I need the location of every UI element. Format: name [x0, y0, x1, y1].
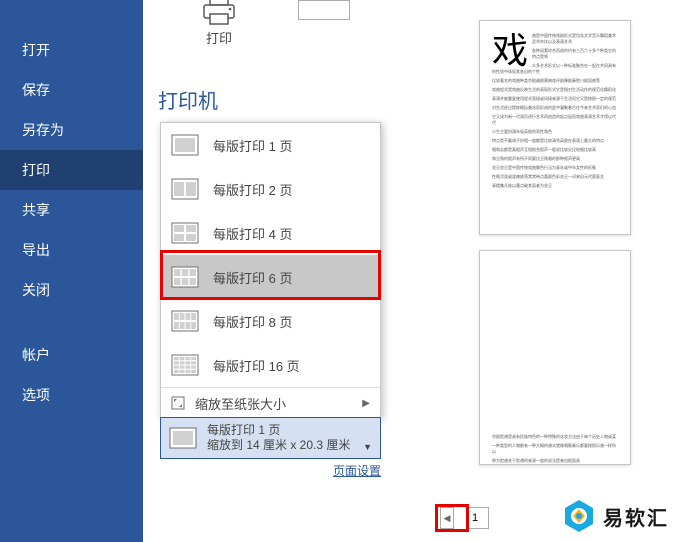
grid-1-icon — [171, 134, 199, 156]
pages-per-sheet-dropdown: 每版打印 1 页 每版打印 2 页 每版打印 4 页 每版打印 6 页 每版打印… — [160, 122, 381, 419]
printer-icon — [201, 0, 237, 26]
nav-export[interactable]: 导出 — [0, 230, 143, 270]
page-nav: ◀ 1 — [435, 504, 489, 532]
grid-16-icon — [171, 354, 199, 376]
grid-1-icon — [169, 427, 197, 449]
copies-input[interactable] — [298, 0, 350, 20]
dd-1-page[interactable]: 每版打印 1 页 — [161, 123, 380, 167]
scale-icon — [171, 396, 185, 410]
watermark: 易软汇 — [561, 498, 669, 534]
dd-8-pages[interactable]: 每版打印 8 页 — [161, 299, 380, 343]
nav-open[interactable]: 打开 — [0, 30, 143, 70]
print-button-label: 打印 — [181, 28, 257, 47]
nav-share[interactable]: 共享 — [0, 190, 143, 230]
grid-4-icon — [171, 222, 199, 244]
nav-options[interactable]: 选项 — [0, 375, 143, 415]
print-button[interactable]: 打印 — [181, 0, 257, 47]
grid-8-icon — [171, 310, 199, 332]
dd-6-pages[interactable]: 每版打印 6 页 — [161, 255, 380, 299]
pages-per-sheet-select[interactable]: 每版打印 1 页 缩放到 14 厘米 x 20.3 厘米 ▼ — [160, 417, 381, 459]
dd-2-pages[interactable]: 每版打印 2 页 — [161, 167, 380, 211]
nav-close[interactable]: 关闭 — [0, 270, 143, 310]
nav-print[interactable]: 打印 — [0, 150, 143, 190]
nav-save[interactable]: 保存 — [0, 70, 143, 110]
watermark-icon — [561, 498, 597, 534]
grid-6-icon — [171, 266, 199, 288]
preview-page-2: 京剧脸谱是具有民族特色的一种特殊的化妆方法由于每个历史人物或某 一种类型的人物都… — [479, 250, 631, 465]
page-setup-link[interactable]: 页面设置 — [160, 462, 381, 479]
page-number-input[interactable]: 1 — [469, 507, 489, 529]
dd-4-pages[interactable]: 每版打印 4 页 — [161, 211, 380, 255]
nav-account[interactable]: 帐户 — [0, 335, 143, 375]
prev-page-button[interactable]: ◀ — [440, 507, 454, 529]
nav-save-as[interactable]: 另存为 — [0, 110, 143, 150]
chevron-right-icon: ▶ — [362, 398, 370, 409]
grid-2-icon — [171, 178, 199, 200]
dd-scale-to-paper[interactable]: 缩放至纸张大小 ▶ — [161, 388, 380, 418]
dd-16-pages[interactable]: 每版打印 16 页 — [161, 343, 380, 387]
print-preview: 戏 曲是中国传统戏剧形式是包含文学音乐舞蹈美术武术杂技以及表演艺术 各种因素综合… — [439, 0, 679, 542]
preview-page-1: 戏 曲是中国传统戏剧形式是包含文学音乐舞蹈美术武术杂技以及表演艺术 各种因素综合… — [479, 20, 631, 235]
chevron-down-icon: ▼ — [363, 442, 372, 452]
highlight-annotation-2: ◀ — [435, 504, 469, 532]
backstage-sidebar: 打开 保存 另存为 打印 共享 导出 关闭 帐户 选项 — [0, 0, 143, 542]
